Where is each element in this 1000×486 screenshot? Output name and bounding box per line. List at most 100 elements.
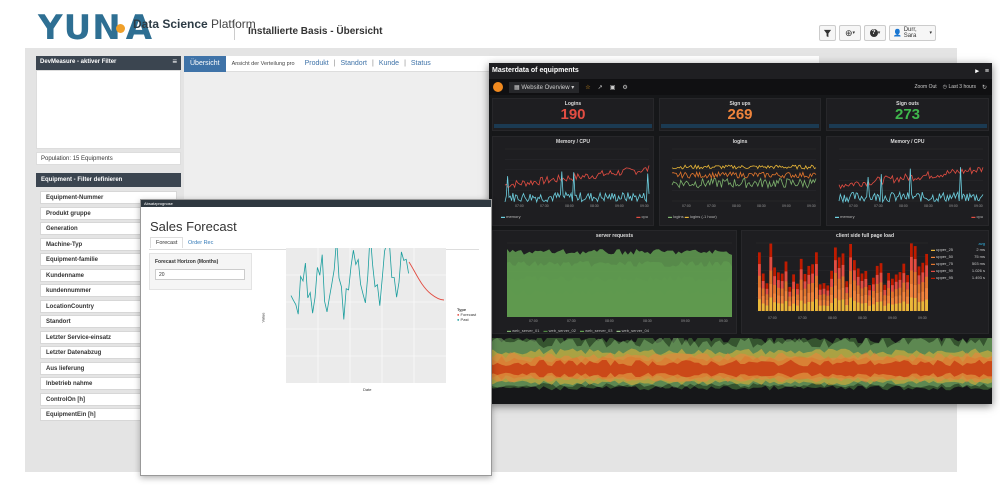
graph-memory-cpu-2: Memory / CPU 07:00 07:30 08:00 08:30 09:00 09… — [826, 136, 989, 226]
svg-text:08:00: 08:00 — [828, 316, 837, 320]
globe-button[interactable]: ⊕ ▾ — [839, 25, 861, 41]
tab-location[interactable]: Standort — [341, 60, 367, 67]
refresh-icon[interactable]: ↻ — [982, 84, 987, 91]
page-title: Installierte Basis - Übersicht — [248, 26, 383, 37]
legend-item: ▬ upper_75 503 ms — [931, 261, 985, 266]
app-header: YUN A Data Science Platform Installierte… — [0, 0, 1000, 50]
legend-item: ▬ upper_95 1.493 s — [931, 275, 985, 280]
time-range-picker[interactable]: ◷ Last 3 hours — [943, 84, 976, 90]
horizon-label: Forecast Horizon (Months) — [155, 259, 219, 265]
svg-text:09:00: 09:00 — [782, 204, 791, 208]
horizon-input[interactable]: 20 — [155, 269, 245, 280]
sparkline — [661, 124, 819, 128]
svg-text:08:30: 08:30 — [590, 204, 599, 208]
tab-overview[interactable]: Übersicht — [184, 55, 226, 72]
svg-text:08:30: 08:30 — [757, 204, 766, 208]
grafana-dashboard: Masterdata of equipments ▸ ≡ ▦ Website Ov… — [489, 63, 992, 404]
legend-item: ▬ upper_90 1.026 s — [931, 268, 985, 273]
dashboard-picker[interactable]: ▦ Website Overview ▾ — [509, 81, 580, 93]
brand-name: Data Science Platform — [133, 17, 256, 31]
svg-text:08:00: 08:00 — [899, 204, 908, 208]
menu-icon[interactable]: ≡ — [985, 68, 989, 75]
page-load-chart: 07:00 07:30 08:00 08:30 09:00 09:30 — [756, 242, 928, 320]
header-divider — [234, 20, 235, 40]
svg-text:09:00: 09:00 — [888, 316, 897, 320]
svg-text:09:30: 09:30 — [807, 204, 816, 208]
active-filter-area — [36, 70, 181, 149]
help-button[interactable]: ? ▾ — [864, 25, 886, 41]
svg-text:09:30: 09:30 — [974, 204, 983, 208]
filter-icon — [823, 29, 832, 37]
stat-value: 190 — [560, 106, 586, 123]
svg-text:08:30: 08:30 — [924, 204, 933, 208]
svg-text:07:30: 07:30 — [798, 316, 807, 320]
svg-text:07:30: 07:30 — [874, 204, 883, 208]
legend-item: ▬ web_server_02 — [543, 328, 576, 333]
svg-text:08:30: 08:30 — [858, 316, 867, 320]
dev-filter-header: DevMeasure - aktiver Filter ≡ — [36, 56, 181, 70]
tab-forecast[interactable]: Forecast — [150, 237, 184, 248]
svg-text:07:00: 07:00 — [529, 319, 538, 323]
sales-forecast-window: Absatzprognose Sales Forecast Forecast O… — [140, 199, 492, 476]
filter-define-header: Equipment - Filter definieren — [36, 173, 181, 187]
svg-text:09:00: 09:00 — [615, 204, 624, 208]
stat-panel-logins: Logins 190 — [492, 98, 654, 131]
stream-chart — [489, 338, 992, 391]
menu-icon[interactable]: ≡ — [172, 58, 177, 67]
user-icon: 👤 — [893, 30, 902, 37]
stat-panel-signouts: Sign outs 273 — [826, 98, 989, 131]
globe-icon: ⊕ — [844, 27, 853, 38]
zoom-out-button[interactable]: Zoom Out — [914, 84, 936, 90]
tab-customer[interactable]: Kunde — [379, 60, 399, 67]
legend-item: ▬ upper_50 75 ms — [931, 254, 985, 259]
graph-logins: logins 07:00 07:30 08:00 08:30 09:00 09:30 ▬ … — [659, 136, 821, 226]
dashboard-icon: ▦ — [514, 84, 520, 91]
server-legend: ▬ web_server_01 ▬ web_server_02 ▬ web_serv… — [493, 328, 736, 333]
forecast-window-titlebar: Absatzprognose — [141, 200, 491, 207]
user-menu[interactable]: 👤 Durr, Sara ▾ — [889, 25, 936, 41]
grafana-logo-icon[interactable] — [493, 82, 503, 92]
forecast-legend: Type ● Forecast ● Past — [457, 307, 477, 322]
logo-text: YUN — [38, 8, 122, 48]
graph-page-load: client side full page load 07:00 07:30 08:… — [741, 230, 989, 334]
svg-text:08:30: 08:30 — [643, 319, 652, 323]
y-axis-label: Value — [260, 312, 266, 323]
svg-text:07:00: 07:00 — [682, 204, 691, 208]
svg-text:09:30: 09:30 — [918, 316, 927, 320]
legend-item: ▬ web_server_03 — [579, 328, 613, 333]
graph-server-requests: server requests 07:00 07:30 08:00 08:30 09:0… — [492, 230, 737, 334]
tab-order-rec[interactable]: Order Rec — [183, 237, 218, 249]
svg-text:08:00: 08:00 — [605, 319, 614, 323]
legend-item: ▬ web_server_01 — [507, 328, 540, 333]
svg-text:08:00: 08:00 — [732, 204, 741, 208]
svg-text:07:00: 07:00 — [768, 316, 777, 320]
svg-text:09:00: 09:00 — [949, 204, 958, 208]
svg-text:07:30: 07:30 — [707, 204, 716, 208]
svg-text:09:00: 09:00 — [681, 319, 690, 323]
filter-button[interactable] — [819, 25, 836, 41]
server-requests-chart: 07:00 07:30 08:00 08:30 09:00 09:30 — [507, 242, 732, 323]
logins-chart: 07:00 07:30 08:00 08:30 09:00 09:30 — [671, 148, 817, 208]
logo-dot — [115, 24, 125, 33]
legend-item: ▬ upper_25 2 ms — [931, 247, 985, 252]
star-icon[interactable]: ☆ — [585, 84, 590, 91]
tabs-description: Ansicht der Verteilung pro — [231, 60, 295, 67]
stat-value: 273 — [894, 106, 921, 123]
svg-text:07:30: 07:30 — [567, 319, 576, 323]
share-icon[interactable]: ↗ — [598, 84, 603, 91]
tab-status[interactable]: Status — [411, 60, 431, 67]
svg-text:07:30: 07:30 — [540, 204, 549, 208]
tab-product[interactable]: Produkt — [305, 60, 329, 67]
play-icon[interactable]: ▸ — [975, 68, 979, 75]
population-count: Population: 15 Equipments — [36, 152, 181, 165]
grafana-toolbar: ▦ Website Overview ▾ ☆ ↗ ▣ ⚙ Zoom Out ◷ … — [489, 79, 992, 95]
x-axis-label: Date — [363, 387, 372, 392]
graph-memory-cpu: Memory / CPU 07:00 07:30 08:00 08:30 09:00 09… — [492, 136, 654, 226]
page-load-legend: avg ▬ upper_25 2 ms ▬ upper_50 75 ms ▬ upper_… — [931, 241, 985, 281]
sparkline — [828, 124, 987, 128]
save-icon[interactable]: ▣ — [610, 84, 616, 91]
grafana-title-bar: Masterdata of equipments ▸ ≡ — [489, 63, 992, 79]
memory-cpu-chart: 07:00 07:30 08:00 08:30 09:00 09:30 — [504, 148, 650, 208]
forecast-chart — [286, 248, 446, 383]
settings-icon[interactable]: ⚙ — [622, 84, 627, 91]
